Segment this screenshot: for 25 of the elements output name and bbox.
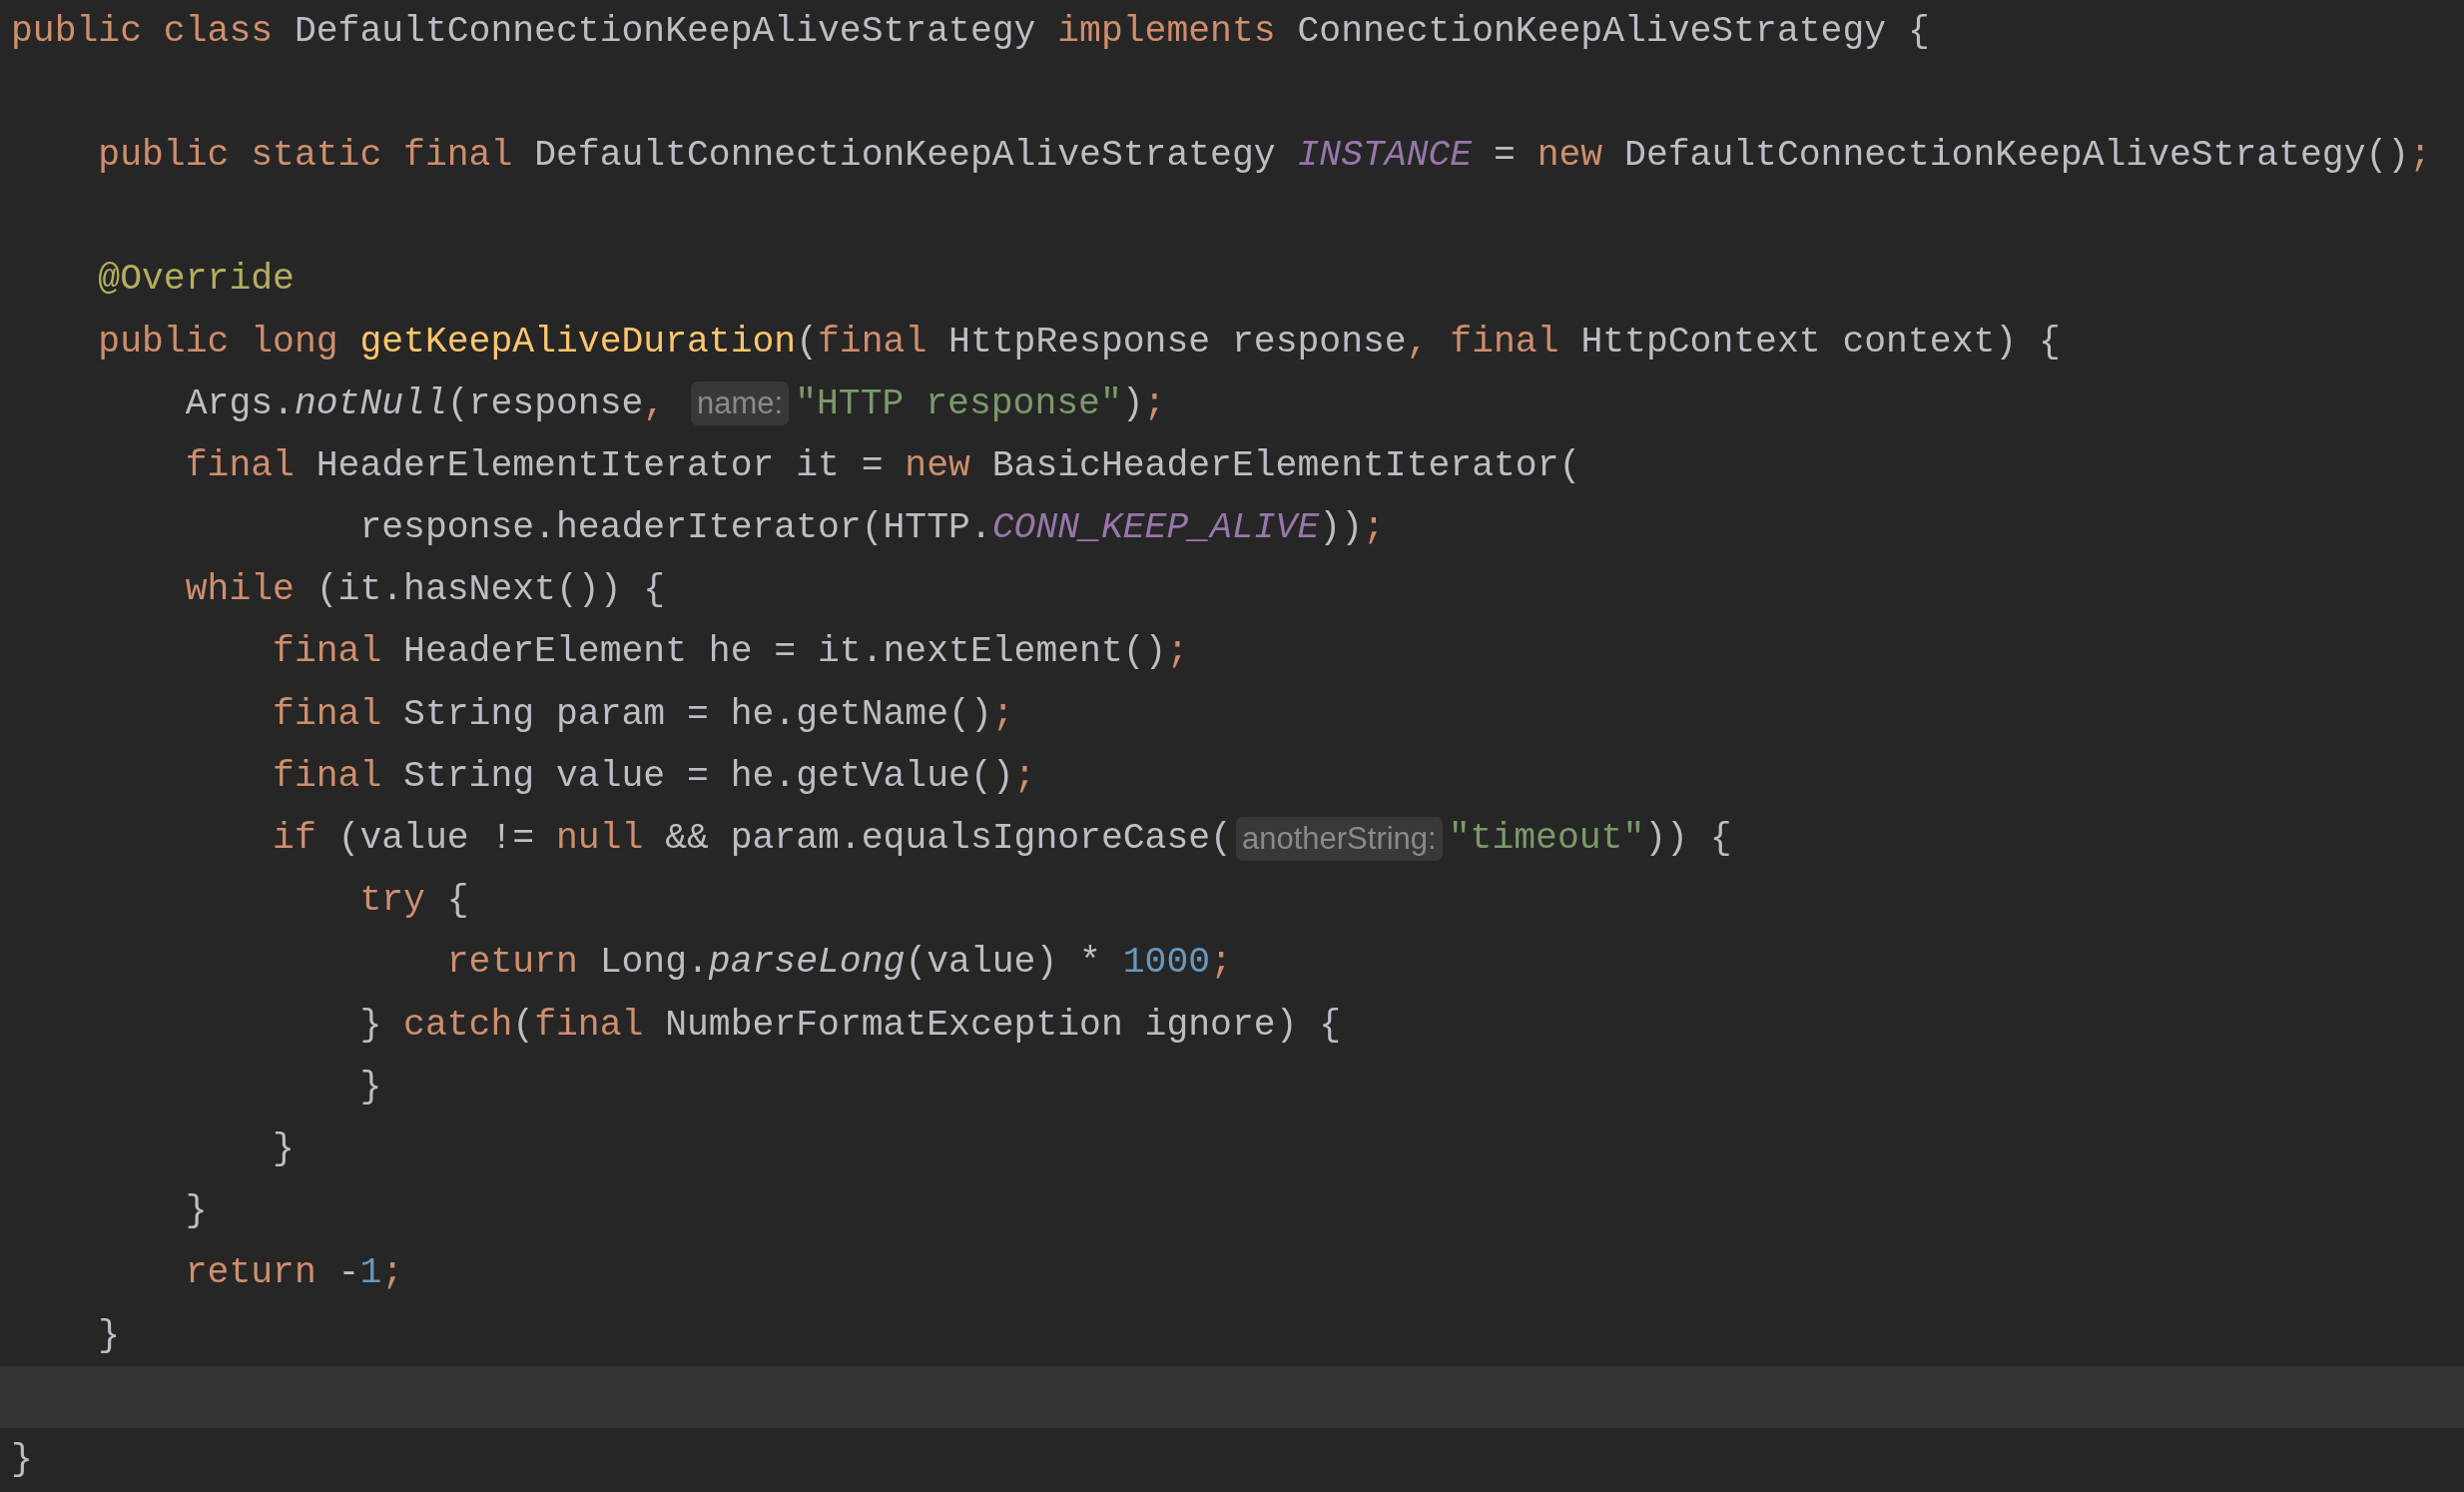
code-text: } — [11, 1438, 33, 1480]
code-text: final String param = he.getName(); — [272, 693, 1014, 735]
code-text: @Override — [97, 259, 295, 301]
code-text: "timeout")) { — [1448, 818, 1732, 860]
code-text: public long getKeepAliveDuration(final HttpResponse response, final HttpContext context) { — [97, 321, 2061, 363]
code-text: } — [97, 1314, 121, 1356]
code-text: } catch(final NumberFormatException ignore) { — [358, 1004, 1342, 1046]
code-text: public class DefaultConnectionKeepAliveStrategy implements ConnectionKeepAliveStrategy { — [11, 10, 1930, 52]
code-text: } — [272, 1127, 295, 1169]
code-text: return Long.parseLong(value) * 1000; — [445, 942, 1232, 984]
parameter-hint: name: — [691, 381, 790, 426]
code-text: return -1; — [184, 1252, 404, 1294]
code-text: while (it.hasNext()) { — [184, 569, 666, 611]
code-text: } — [184, 1190, 208, 1232]
code-text: if (value != null && param.equalsIgnoreCase( — [272, 818, 1232, 860]
code-text: public static final DefaultConnectionKeepAliveStrategy INSTANCE = new DefaultConnectionKeepAliveStrategy(); — [97, 134, 2432, 176]
code-text: Args.notNull(response, — [184, 382, 667, 424]
code-text: response.headerIterator(HTTP.CONN_KEEP_ALIVE)); — [358, 507, 1385, 549]
code-text: "HTTP response"); — [795, 382, 1166, 424]
code-text: final String value = he.getValue(); — [272, 755, 1036, 797]
parameter-hint: anotherString: — [1235, 816, 1443, 861]
code-text: final HeaderElementIterator it = new BasicHeaderElementIterator( — [184, 444, 1581, 486]
code-text: } — [358, 1066, 382, 1108]
code-text: final HeaderElement he = it.nextElement(); — [272, 631, 1189, 673]
code-text: try { — [358, 880, 469, 922]
